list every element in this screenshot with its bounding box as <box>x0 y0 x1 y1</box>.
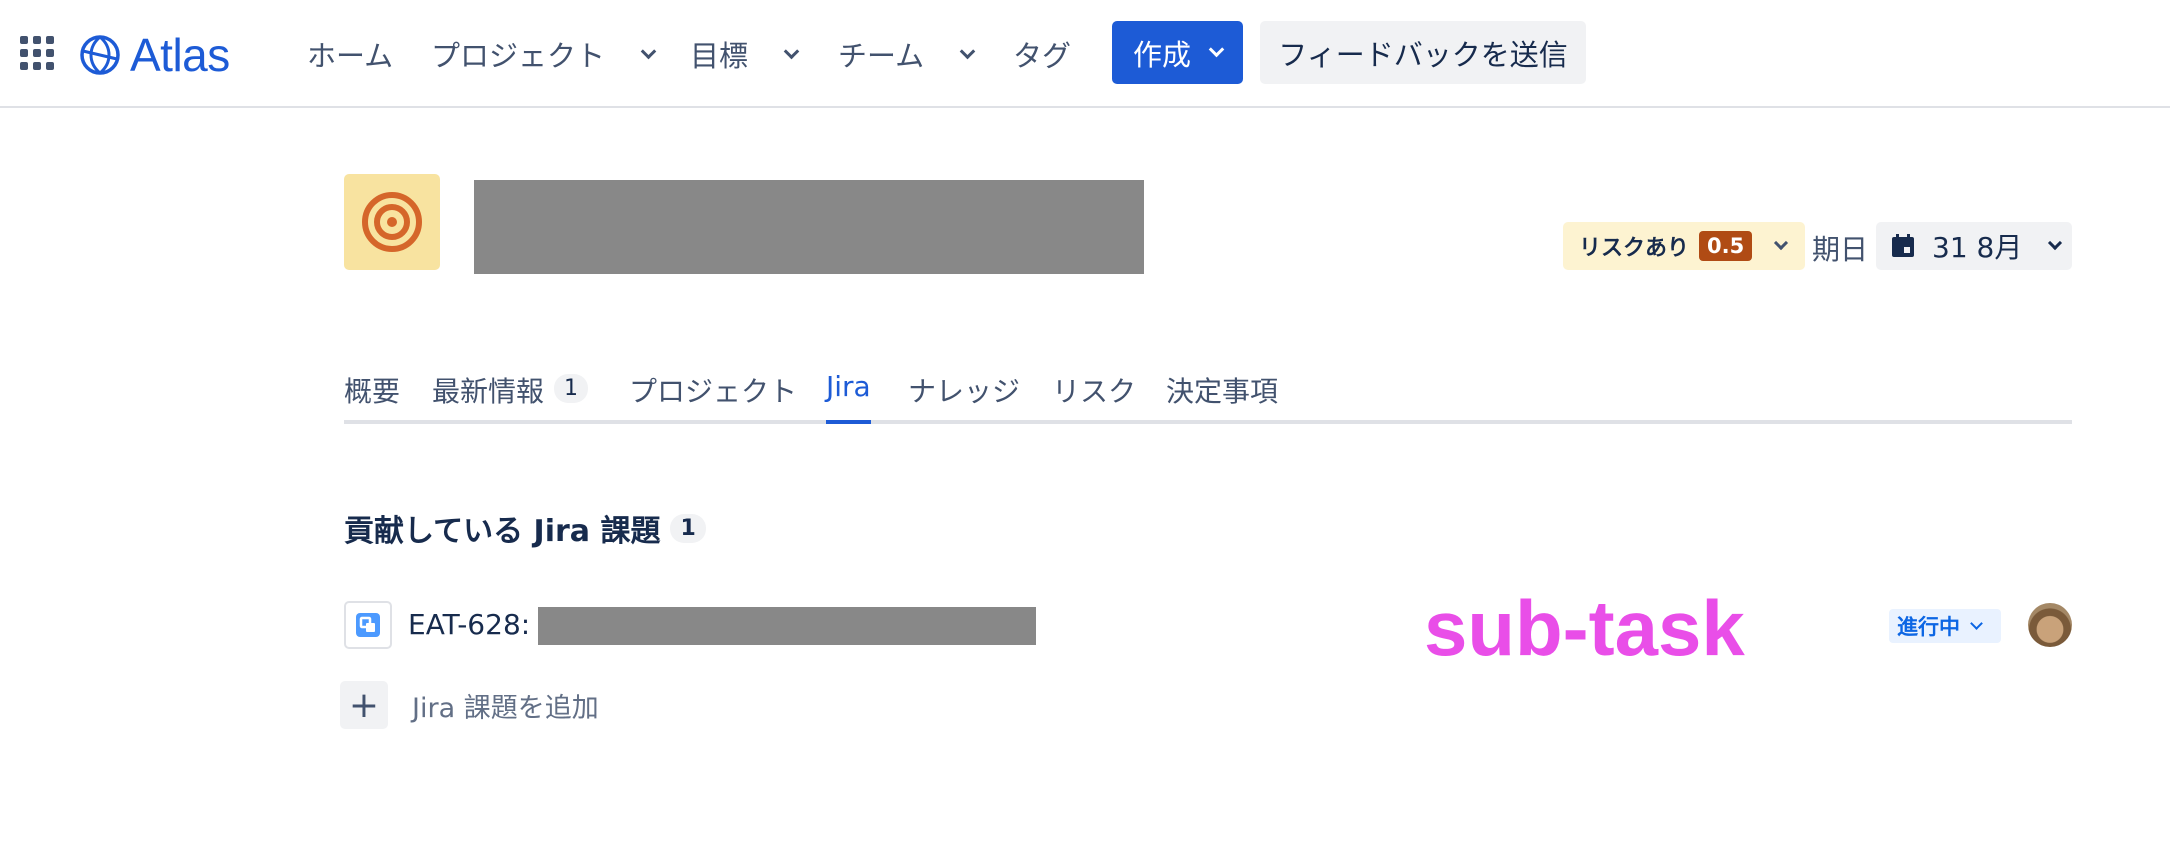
avatar[interactable] <box>2028 603 2072 647</box>
tab-label: プロジェクト <box>629 375 798 408</box>
atlas-globe-icon <box>80 35 120 75</box>
nav-tags-label: タグ <box>1013 39 1072 73</box>
nav-home[interactable]: ホーム <box>307 34 393 74</box>
nav-tags[interactable]: タグ <box>1013 34 1071 74</box>
chevron-down-icon <box>640 43 657 59</box>
create-button-label: 作成 <box>1132 37 1191 72</box>
nav-teams-label: チーム <box>838 39 925 73</box>
tab-label: Jira <box>826 370 871 403</box>
nav-projects[interactable]: プロジェクト <box>431 34 657 74</box>
tab-jira[interactable]: Jira <box>826 370 871 424</box>
tab-overview[interactable]: 概要 <box>344 370 400 420</box>
plus-icon[interactable]: + <box>340 681 388 729</box>
top-navigation: Atlas ホーム プロジェクト 目標 チーム タグ 作成 フィードバックを送信 <box>0 0 2170 108</box>
tab-label: 概要 <box>344 375 401 408</box>
due-date-dropdown[interactable]: 31 8月 <box>1876 222 2072 270</box>
target-icon <box>344 174 440 270</box>
status-label: 進行中 <box>1897 615 1960 639</box>
app-switcher-icon[interactable] <box>20 36 54 70</box>
feedback-button-label: フィードバックを送信 <box>1278 37 1568 72</box>
section-title: 貢献している Jira 課題 1 <box>344 506 706 550</box>
risk-score-badge: 0.5 <box>1699 231 1753 261</box>
subtask-icon <box>344 601 392 649</box>
nav-projects-label: プロジェクト <box>431 39 606 73</box>
tab-label: 決定事項 <box>1166 375 1279 408</box>
tab-risks[interactable]: リスク <box>1052 370 1136 420</box>
tab-decisions[interactable]: 決定事項 <box>1166 370 1278 420</box>
chevron-down-icon <box>959 43 976 59</box>
issue-summary-redacted <box>538 607 1036 645</box>
section-title-text: 貢献している Jira 課題 <box>344 514 661 549</box>
logo-text: Atlas <box>130 29 230 81</box>
goal-tabs: 概要 最新情報 1 プロジェクト Jira ナレッジ リスク 決定事項 <box>344 370 2072 424</box>
chevron-down-icon <box>783 43 800 59</box>
tab-label: ナレッジ <box>908 375 1021 408</box>
calendar-icon <box>1892 234 1914 257</box>
status-dropdown[interactable]: 進行中 <box>1889 609 2001 643</box>
list-item[interactable]: EAT-628: sub-task 進行中 <box>344 584 2072 672</box>
atlas-logo[interactable]: Atlas <box>78 28 230 82</box>
chevron-down-icon <box>1208 41 1225 58</box>
nav-home-label: ホーム <box>307 39 394 73</box>
feedback-button[interactable]: フィードバックを送信 <box>1260 21 1586 84</box>
chevron-down-icon <box>2048 235 2063 251</box>
due-date-label: 期日 <box>1812 233 1869 266</box>
due-date-value: 31 8月 <box>1932 231 2023 264</box>
risk-status-dropdown[interactable]: リスクあり 0.5 <box>1563 222 1805 270</box>
create-button[interactable]: 作成 <box>1112 21 1243 84</box>
tab-label: 最新情報 <box>432 375 545 408</box>
tab-updates[interactable]: 最新情報 1 <box>432 370 589 420</box>
updates-count-badge: 1 <box>554 374 589 403</box>
tab-knowledge[interactable]: ナレッジ <box>908 370 1020 420</box>
add-jira-issue-row[interactable]: + Jira 課題を追加 <box>340 681 599 729</box>
chevron-down-icon <box>1774 235 1789 251</box>
subtask-annotation: sub-task <box>1424 584 1745 672</box>
goal-title-redacted <box>474 180 1144 274</box>
nav-goals[interactable]: 目標 <box>690 34 800 74</box>
tab-projects[interactable]: プロジェクト <box>629 370 797 420</box>
issue-count-badge: 1 <box>670 513 706 543</box>
add-jira-issue-label[interactable]: Jira 課題を追加 <box>412 686 599 725</box>
nav-teams[interactable]: チーム <box>838 34 976 74</box>
nav-goals-label: 目標 <box>690 39 749 73</box>
chevron-down-icon <box>1970 616 1983 630</box>
risk-status-label: リスクあり <box>1579 236 1690 261</box>
issue-key[interactable]: EAT-628: <box>408 608 530 641</box>
tab-label: リスク <box>1052 375 1137 408</box>
